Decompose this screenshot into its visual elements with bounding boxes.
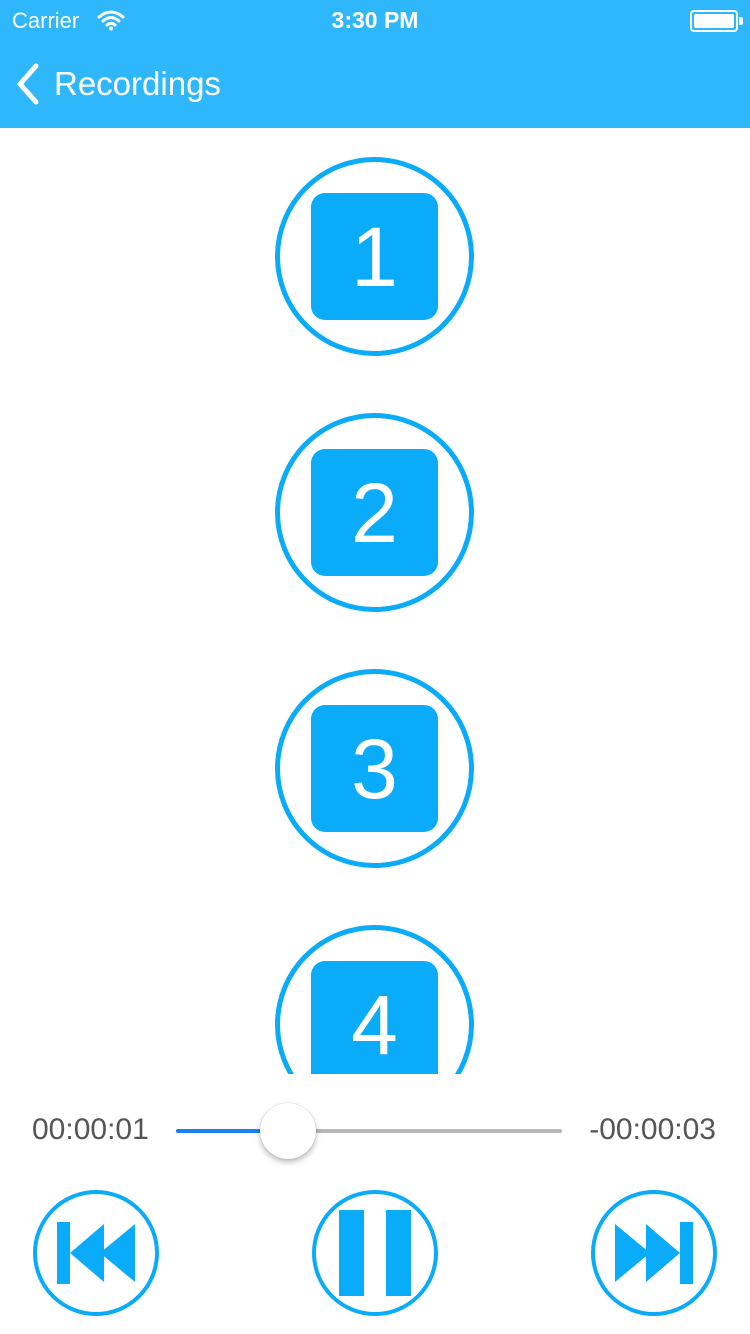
pause-button[interactable] <box>312 1190 438 1316</box>
pause-icon <box>339 1210 411 1296</box>
back-label: Recordings <box>54 65 221 102</box>
app-screen: Carrier 3:30 PM Recordings 1 2 3 4 00:00… <box>0 0 750 1334</box>
recording-tile: 2 <box>311 449 438 576</box>
recording-number: 3 <box>351 721 398 816</box>
battery-icon <box>690 10 743 32</box>
fast-forward-icon <box>615 1222 693 1284</box>
remaining-time: -00:00:03 <box>589 1113 716 1146</box>
recording-tile: 3 <box>311 705 438 832</box>
header: Carrier 3:30 PM Recordings <box>0 0 750 128</box>
elapsed-time: 00:00:01 <box>32 1113 149 1146</box>
recording-tile: 4 <box>311 961 438 1074</box>
rewind-icon <box>57 1222 135 1284</box>
back-button[interactable]: Recordings <box>14 60 221 108</box>
slider-thumb[interactable] <box>259 1103 316 1159</box>
status-time: 3:30 PM <box>331 7 419 33</box>
progress-slider[interactable] <box>176 1103 562 1159</box>
fast-forward-button[interactable] <box>591 1190 717 1316</box>
recording-item[interactable]: 4 <box>275 925 474 1074</box>
recording-item[interactable]: 3 <box>275 669 474 868</box>
recording-tile: 1 <box>311 193 438 320</box>
recording-item[interactable]: 1 <box>275 157 474 356</box>
recording-number: 4 <box>351 977 398 1072</box>
recording-number: 2 <box>351 465 398 560</box>
recordings-list[interactable]: 1 2 3 4 <box>0 128 750 1074</box>
rewind-button[interactable] <box>33 1190 159 1316</box>
status-bar: Carrier 3:30 PM <box>0 0 750 40</box>
chevron-left-icon <box>17 63 39 105</box>
recording-number: 1 <box>351 209 398 304</box>
recording-item[interactable]: 2 <box>275 413 474 612</box>
